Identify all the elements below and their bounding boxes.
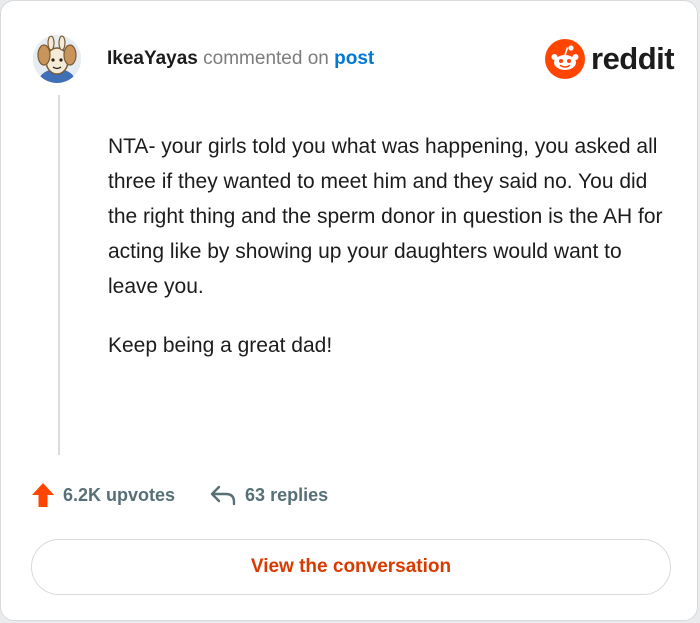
thread-line xyxy=(58,95,60,455)
replies-stat[interactable]: 63 replies xyxy=(209,479,328,511)
comment-paragraph: Keep being a great dad! xyxy=(108,334,333,357)
avatar-illustration-icon xyxy=(33,35,81,83)
view-conversation-button[interactable]: View the conversation xyxy=(31,539,671,595)
reply-arrow-icon xyxy=(210,485,236,506)
comment-paragraph: NTA- your girls told you what was happen… xyxy=(108,135,663,298)
upvotes-count: 6.2K upvotes xyxy=(63,485,176,505)
user-avatar[interactable] xyxy=(33,35,81,83)
replies-count: 63 replies xyxy=(245,485,329,505)
upvotes-stat[interactable]: 6.2K upvotes xyxy=(31,479,175,511)
comment-body: NTA- your girls told you what was happen… xyxy=(108,129,668,387)
reddit-wordmark: reddit xyxy=(591,41,675,76)
post-link[interactable]: post xyxy=(334,48,374,69)
comment-stats: 6.2K upvotes 63 replies xyxy=(31,479,328,511)
comment-header: IkeaYayas commented on post xyxy=(107,47,374,71)
reddit-logo-icon xyxy=(545,39,585,79)
upvote-arrow-icon xyxy=(32,483,54,507)
reddit-logo[interactable]: reddit xyxy=(545,39,675,79)
username[interactable]: IkeaYayas xyxy=(107,48,198,69)
reddit-embed-card: IkeaYayas commented on post reddit NTA- … xyxy=(0,0,698,621)
action-text: commented on xyxy=(203,48,329,69)
